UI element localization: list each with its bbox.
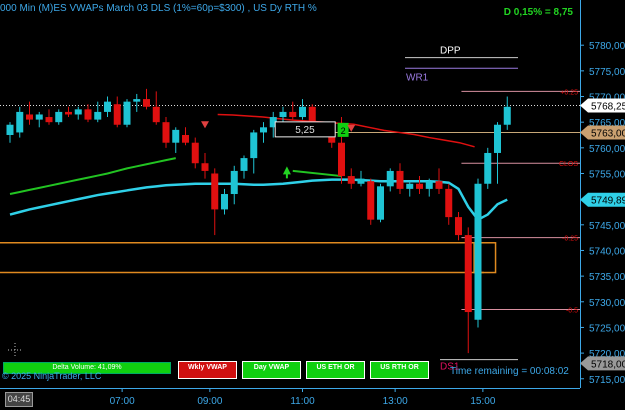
x-tick-label: 13:00	[383, 396, 408, 407]
candle-body	[347, 176, 355, 184]
candle-body	[211, 173, 219, 210]
wkly-vwap-button[interactable]: Wkly VWAP	[178, 361, 237, 379]
candle-body	[201, 163, 209, 171]
y-tick-label: 5775,00	[589, 67, 625, 78]
candle-body	[191, 142, 199, 164]
candle-body	[484, 152, 492, 184]
chart-title: 000 Min (M)ES VWAPs March 03 DLS (1%=60p…	[0, 3, 317, 14]
daily-change: D 0,15% = 8,75	[503, 7, 573, 18]
price-label-text: 5749,89	[591, 196, 625, 207]
y-tick-label: 5735,00	[589, 272, 625, 283]
candle-body	[338, 142, 345, 177]
candle-body	[6, 124, 14, 136]
time-remaining: Time remaining = 00:08:02	[450, 366, 569, 377]
candle-body	[494, 124, 501, 153]
day-vwap-button[interactable]: Day VWAP	[242, 361, 301, 379]
x-tick-label: 07:00	[110, 396, 135, 407]
candle-body	[289, 111, 297, 118]
candle-body	[425, 181, 433, 189]
price-label-text: 5763,00	[591, 128, 625, 139]
y-tick-label: 5740,00	[589, 246, 625, 257]
y-tick-label: 5755,00	[589, 169, 625, 180]
candle-body	[113, 104, 121, 125]
price-label-text: 5768,25	[591, 101, 625, 112]
candle-body	[162, 122, 170, 143]
candle-body	[182, 135, 189, 143]
candle-body	[143, 99, 150, 107]
candle-body	[367, 181, 375, 220]
level-label-025: +0.25	[560, 89, 578, 96]
y-tick-label: 5730,00	[589, 298, 625, 309]
x-tick-label: 11:00	[290, 396, 315, 407]
candle-body	[503, 106, 511, 125]
candle-body	[474, 183, 482, 320]
x-tick-label: 09:00	[197, 396, 222, 407]
dpp-label: DPP	[440, 46, 461, 57]
y-tick-label: 5745,00	[589, 221, 625, 232]
candle-body	[45, 117, 53, 123]
candle-body	[152, 106, 160, 123]
candle-body	[230, 170, 238, 195]
chart-background	[0, 0, 625, 410]
copyright-text: © 2025 NinjaTrader, LLC	[2, 371, 102, 381]
candle-body	[435, 181, 443, 189]
y-tick-label: 5725,00	[589, 323, 625, 334]
candle-body	[65, 111, 72, 115]
candle-body	[406, 183, 414, 189]
candle-body	[455, 217, 462, 236]
candle-body	[123, 101, 131, 125]
candle-body	[299, 106, 306, 118]
candle-body	[74, 109, 82, 115]
candle-body	[16, 111, 24, 133]
candle-body	[35, 114, 43, 120]
price-chart[interactable]: 5715,005720,005725,005730,005735,005740,…	[0, 0, 625, 410]
candle-body	[172, 129, 180, 143]
candle-body	[386, 170, 394, 187]
y-tick-label: 5780,00	[589, 41, 625, 52]
candle-body	[94, 111, 102, 120]
us-eth-or-button[interactable]: US ETH OR	[306, 361, 365, 379]
candle-body	[240, 158, 248, 171]
candle-body	[221, 194, 228, 210]
candle-body	[250, 132, 258, 159]
candle-body	[396, 170, 404, 189]
wr1-label: WR1	[406, 72, 429, 83]
candle-body	[279, 111, 287, 118]
annotation-value: 5,25	[295, 125, 315, 136]
level-label-025: -0.25	[562, 236, 578, 243]
y-tick-label: 5715,00	[589, 375, 625, 386]
candle-body	[445, 188, 453, 218]
annotation-tag-label: 2	[341, 126, 346, 136]
candle-body	[55, 111, 63, 123]
current-time-badge: 04:45	[5, 392, 33, 407]
price-label-text: 5718,00	[591, 359, 625, 370]
candle-body	[260, 127, 267, 133]
candle-body	[84, 109, 92, 120]
level-label-CLOS: CLOS	[559, 161, 578, 168]
candle-body	[357, 178, 365, 184]
candle-body	[416, 183, 423, 189]
candle-body	[133, 99, 141, 102]
x-tick-label: 15:00	[470, 396, 495, 407]
y-tick-label: 5760,00	[589, 144, 625, 155]
candle-body	[26, 114, 33, 120]
candle-body	[464, 235, 472, 313]
candle-body	[377, 186, 384, 220]
candle-body	[104, 101, 111, 112]
us-rth-or-button[interactable]: US RTH OR	[370, 361, 429, 379]
level-label-05: -0.5	[566, 307, 578, 314]
